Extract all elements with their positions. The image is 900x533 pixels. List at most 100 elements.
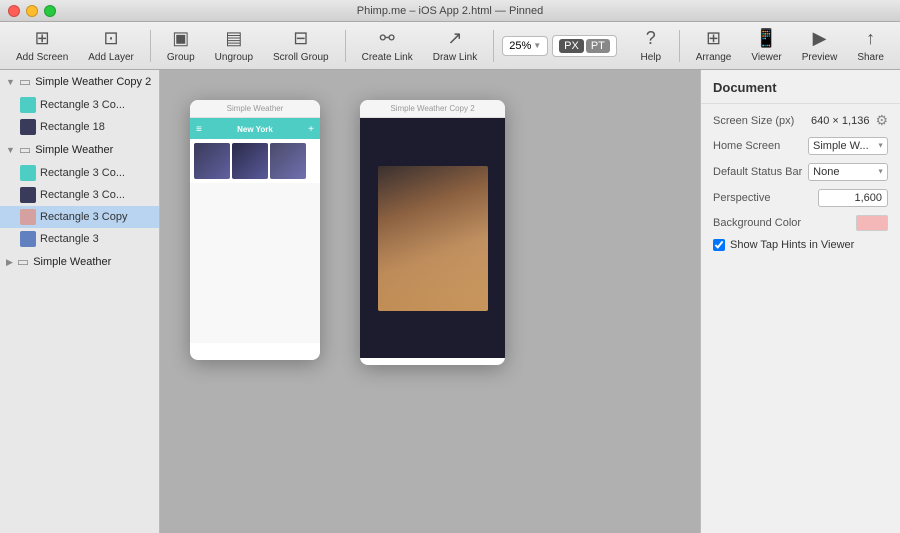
main-layout: ▼ ▭ Simple Weather Copy 2 Rectangle 3 Co… [0, 70, 900, 533]
scroll-group-icon: ⊟ [293, 28, 308, 49]
bg-color-label: Background Color [713, 217, 801, 229]
draw-link-icon: ↗ [447, 28, 462, 49]
separator-4 [679, 30, 680, 62]
phone-subtitle: New York [202, 125, 308, 134]
sidebar-item-rect3copy[interactable]: Rectangle 3 Copy [0, 206, 159, 228]
group-icon: ▣ [172, 28, 189, 49]
plus-icon: + [308, 124, 314, 135]
phone-content-area [190, 183, 320, 343]
panel-section-main: Screen Size (px) 640 × 1,136 ⚙ Home Scre… [701, 104, 900, 259]
toolbar: ⊞ Add Screen ⊡ Add Layer ▣ Group ▤ Ungro… [0, 22, 900, 70]
home-screen-label: Home Screen [713, 140, 793, 152]
home-screen-select[interactable]: Simple W... [808, 137, 888, 155]
title-bar: Phimp.me – iOS App 2.html — Pinned [0, 0, 900, 22]
phone-images [190, 139, 320, 183]
separator-3 [493, 30, 494, 62]
bg-color-row: Background Color [713, 215, 888, 231]
group-button[interactable]: ▣ Group [159, 24, 203, 67]
screen-size-label: Screen Size (px) [713, 115, 794, 127]
traffic-lights [8, 5, 56, 17]
minimize-button[interactable] [26, 5, 38, 17]
scroll-group-button[interactable]: ⊟ Scroll Group [265, 24, 337, 67]
gear-icon[interactable]: ⚙ [875, 112, 888, 129]
canvas-area[interactable]: Simple Weather ≡ New York + Simple Weath… [160, 70, 700, 533]
status-bar-select[interactable]: None [808, 163, 888, 181]
add-layer-icon: ⊡ [104, 28, 119, 49]
layer-thumb [20, 165, 36, 181]
screen2-label: Simple Weather Copy 2 [360, 100, 505, 118]
zoom-control[interactable]: 25% ▼ [502, 36, 548, 56]
show-tap-hints-row: Show Tap Hints in Viewer [713, 239, 888, 251]
viewer-icon: 📱 [755, 28, 777, 49]
layer-thumb [20, 187, 36, 203]
separator-2 [345, 30, 346, 62]
add-layer-button[interactable]: ⊡ Add Layer [80, 24, 142, 67]
arrange-button[interactable]: ⊞ Arrange [688, 24, 740, 67]
window-title: Phimp.me – iOS App 2.html — Pinned [357, 5, 543, 17]
folder-icon: ▭ [19, 142, 31, 158]
phone-frame-1[interactable]: Simple Weather ≡ New York + [190, 100, 320, 360]
chevron-down-icon: ▼ [6, 77, 15, 87]
folder-icon: ▭ [19, 74, 31, 90]
sidebar-group-simple-weather-label: Simple Weather [35, 144, 113, 156]
phone-header-1: ≡ New York + [190, 118, 320, 139]
sidebar-group-copy2[interactable]: ▼ ▭ Simple Weather Copy 2 [0, 70, 159, 94]
px-badge[interactable]: PX [559, 39, 584, 53]
phone-frame-2[interactable]: Simple Weather Copy 2 [360, 100, 505, 365]
help-icon: ? [646, 28, 656, 49]
perspective-input[interactable] [818, 189, 888, 207]
layer-thumb [20, 119, 36, 135]
fullscreen-button[interactable] [44, 5, 56, 17]
share-button[interactable]: ↑ Share [849, 24, 892, 67]
sidebar-item-rect18[interactable]: Rectangle 18 [0, 116, 159, 138]
close-button[interactable] [8, 5, 20, 17]
sidebar-item-rect3[interactable]: Rectangle 3 [0, 228, 159, 250]
home-screen-row: Home Screen Simple W... [713, 137, 888, 155]
chevron-down-icon: ▼ [6, 145, 15, 155]
arrange-icon: ⊞ [706, 28, 721, 49]
toolbar-right: ? Help ⊞ Arrange 📱 Viewer ▶ Preview ↑ Sh… [631, 24, 892, 67]
preview-icon: ▶ [813, 28, 827, 49]
sidebar-item-simple-weather-page[interactable]: ▶ ▭ Simple Weather [0, 250, 159, 274]
create-link-button[interactable]: ⚯ Create Link [354, 24, 421, 67]
create-link-icon: ⚯ [380, 28, 395, 49]
layer-thumb [20, 97, 36, 113]
right-panel: Document Screen Size (px) 640 × 1,136 ⚙ … [700, 70, 900, 533]
layer-thumb [20, 209, 36, 225]
panel-title: Document [701, 70, 900, 104]
show-tap-hints-label: Show Tap Hints in Viewer [730, 239, 854, 251]
bg-color-swatch[interactable] [856, 215, 888, 231]
sidebar-item-rect3co-2[interactable]: Rectangle 3 Co... [0, 162, 159, 184]
separator-1 [150, 30, 151, 62]
draw-link-button[interactable]: ↗ Draw Link [425, 24, 485, 67]
home-screen-select-wrap[interactable]: Simple W... [808, 137, 888, 155]
status-bar-label: Default Status Bar [713, 166, 802, 178]
screen-size-value: 640 × 1,136 [800, 115, 869, 127]
screen1-label: Simple Weather [190, 100, 320, 118]
sidebar: ▼ ▭ Simple Weather Copy 2 Rectangle 3 Co… [0, 70, 160, 533]
help-button[interactable]: ? Help [631, 24, 671, 67]
preview-button[interactable]: ▶ Preview [794, 24, 846, 67]
share-icon: ↑ [866, 28, 875, 49]
status-bar-row: Default Status Bar None [713, 163, 888, 181]
units-control[interactable]: PX PT [552, 35, 617, 57]
ungroup-button[interactable]: ▤ Ungroup [207, 24, 261, 67]
perspective-row: Perspective [713, 189, 888, 207]
layer-thumb [20, 231, 36, 247]
show-tap-hints-checkbox[interactable] [713, 239, 725, 251]
add-screen-button[interactable]: ⊞ Add Screen [8, 24, 76, 67]
sidebar-item-rect3co-3[interactable]: Rectangle 3 Co... [0, 184, 159, 206]
phone-dark-content [360, 118, 505, 358]
perspective-label: Perspective [713, 192, 793, 204]
status-bar-select-wrap[interactable]: None [808, 163, 888, 181]
phone-portrait [378, 166, 488, 311]
portrait-overlay [378, 238, 488, 311]
sidebar-group-simple-weather[interactable]: ▼ ▭ Simple Weather [0, 138, 159, 162]
viewer-button[interactable]: 📱 Viewer [743, 24, 789, 67]
add-screen-icon: ⊞ [35, 28, 50, 49]
phone-image-1 [194, 143, 230, 179]
zoom-chevron-icon: ▼ [533, 41, 541, 50]
pt-badge[interactable]: PT [586, 39, 610, 53]
sidebar-item-rect3co-1[interactable]: Rectangle 3 Co... [0, 94, 159, 116]
screen-size-row: Screen Size (px) 640 × 1,136 ⚙ [713, 112, 888, 129]
